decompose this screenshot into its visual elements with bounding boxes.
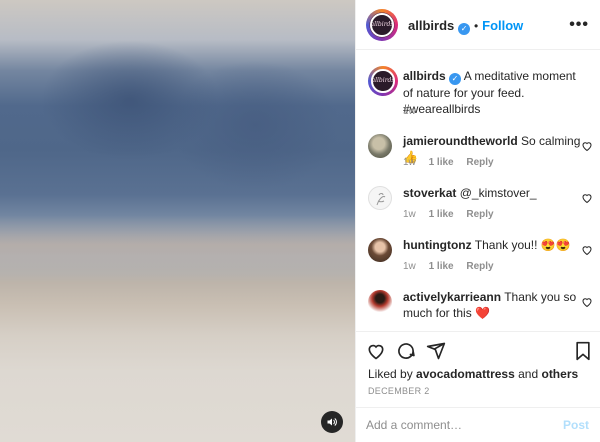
comment-input[interactable] bbox=[366, 416, 546, 434]
add-comment-bar: Post bbox=[356, 407, 600, 442]
caption-text: allbirds ✓ A meditative moment of nature… bbox=[403, 68, 583, 117]
likes-summary: Liked by avocadomattress and others bbox=[368, 367, 578, 381]
comment-text: huntingtonz Thank you!! 😍😍 bbox=[403, 237, 583, 253]
avatar-logo: allbirds bbox=[371, 69, 395, 93]
sketch-avatar-icon bbox=[376, 193, 386, 206]
list-item: huntingtonz Thank you!! 😍😍 1w 1 like Rep… bbox=[368, 235, 593, 280]
list-item: jamieroundtheworld So calming 👍 1w 1 lik… bbox=[368, 131, 593, 176]
list-item: activelykarrieann Thank you so much for … bbox=[368, 287, 593, 331]
comment-likes[interactable]: 1 like bbox=[429, 209, 454, 220]
heart-icon[interactable] bbox=[366, 341, 386, 361]
reply-button[interactable]: Reply bbox=[466, 209, 493, 220]
comment-likes[interactable]: 1 like bbox=[429, 157, 454, 168]
post-header: allbirds allbirds ✓ • Follow ••• bbox=[356, 0, 600, 50]
avatar[interactable] bbox=[368, 186, 392, 210]
caption-meta: 1w bbox=[403, 106, 426, 117]
volume-button[interactable] bbox=[321, 411, 343, 433]
comment-username[interactable]: jamieroundtheworld bbox=[403, 134, 518, 148]
heart-icon[interactable] bbox=[581, 244, 593, 256]
follow-button[interactable]: Follow bbox=[482, 18, 523, 33]
heart-icon[interactable] bbox=[581, 140, 593, 152]
cloud-shape bbox=[170, 60, 340, 190]
more-icon[interactable]: ••• bbox=[569, 16, 589, 34]
reply-button[interactable]: Reply bbox=[466, 157, 493, 168]
comment-text: activelykarrieann Thank you so much for … bbox=[403, 289, 583, 321]
separator-dot: • bbox=[474, 19, 479, 33]
reply-button[interactable]: Reply bbox=[466, 261, 493, 272]
avatar[interactable]: allbirds bbox=[366, 9, 398, 41]
avatar[interactable] bbox=[368, 238, 392, 262]
post-actions: Liked by avocadomattress and others DECE… bbox=[356, 331, 600, 442]
verified-icon: ✓ bbox=[458, 23, 471, 35]
list-item: stoverkat @_kimstover_ 1w 1 like Reply bbox=[368, 183, 593, 228]
post-side-panel: allbirds allbirds ✓ • Follow ••• allbird… bbox=[355, 0, 600, 442]
author-username[interactable]: allbirds bbox=[403, 69, 446, 83]
comment-icon[interactable] bbox=[396, 341, 416, 361]
comment-meta: 1w 1 like Reply bbox=[403, 261, 504, 272]
comment-username[interactable]: activelykarrieann bbox=[403, 290, 501, 304]
avatar-logo: allbirds bbox=[369, 12, 395, 38]
verified-icon: ✓ bbox=[449, 73, 462, 85]
share-icon[interactable] bbox=[426, 341, 446, 361]
bookmark-icon[interactable] bbox=[574, 341, 592, 361]
caption-row: allbirds allbirds ✓ A meditative moment … bbox=[368, 66, 593, 126]
heart-icon[interactable] bbox=[581, 192, 593, 204]
horizon-haze bbox=[0, 215, 355, 275]
heart-icon[interactable] bbox=[581, 296, 593, 308]
comment-body: Thank you!! 😍😍 bbox=[474, 238, 571, 252]
comment-username[interactable]: huntingtonz bbox=[403, 238, 472, 252]
avatar[interactable]: allbirds bbox=[368, 66, 398, 96]
caption-time: 1w bbox=[403, 106, 416, 117]
comment-meta: 1w 1 like Reply bbox=[403, 157, 504, 168]
liked-by-user[interactable]: avocadomattress bbox=[416, 367, 515, 381]
avatar[interactable] bbox=[368, 134, 392, 158]
comment-likes[interactable]: 1 like bbox=[429, 261, 454, 272]
comment-text: stoverkat @_kimstover_ bbox=[403, 185, 583, 201]
comment-time: 1w bbox=[403, 157, 416, 168]
comment-meta: 1w 1 like Reply bbox=[403, 209, 504, 220]
post-comment-button[interactable]: Post bbox=[563, 418, 589, 432]
post-date: DECEMBER 2 bbox=[368, 386, 430, 396]
likes-others-link[interactable]: others bbox=[541, 367, 578, 381]
comment-body: @_kimstover_ bbox=[459, 186, 537, 200]
post-media-video[interactable] bbox=[0, 0, 355, 442]
comments-list[interactable]: allbirds allbirds ✓ A meditative moment … bbox=[356, 51, 600, 331]
comment-time: 1w bbox=[403, 261, 416, 272]
likes-conj: and bbox=[518, 367, 539, 381]
comment-username[interactable]: stoverkat bbox=[403, 186, 456, 200]
avatar[interactable] bbox=[368, 290, 392, 314]
comment-time: 1w bbox=[403, 209, 416, 220]
likes-prefix: Liked by bbox=[368, 367, 413, 381]
author-username[interactable]: allbirds bbox=[408, 18, 454, 33]
volume-icon bbox=[327, 418, 337, 426]
